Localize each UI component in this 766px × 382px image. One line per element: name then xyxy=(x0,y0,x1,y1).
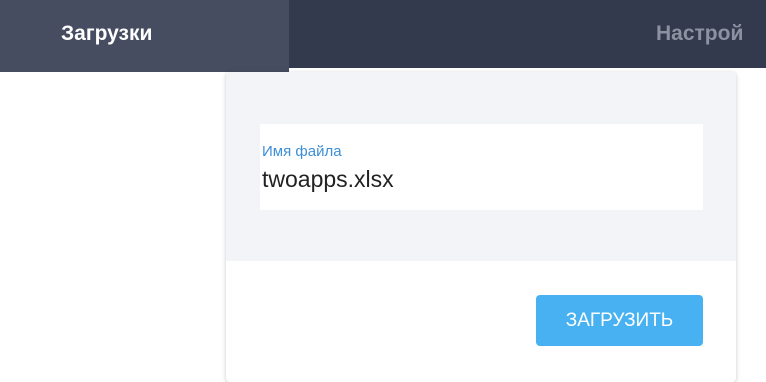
upload-button[interactable]: ЗАГРУЗИТЬ xyxy=(536,295,703,346)
tab-settings-label: Настрой xyxy=(656,22,744,45)
tab-settings[interactable]: Настрой xyxy=(289,0,766,68)
tab-downloads-label: Загрузки xyxy=(61,22,153,45)
upload-card: Имя файла twoapps.xlsx ЗАГРУЗИТЬ xyxy=(226,72,736,382)
top-nav-bar: Загрузки Настрой xyxy=(0,0,766,72)
upload-card-body: Имя файла twoapps.xlsx xyxy=(226,72,736,261)
file-name-field[interactable]: Имя файла twoapps.xlsx xyxy=(260,124,703,210)
file-name-input[interactable]: twoapps.xlsx xyxy=(262,166,692,193)
tab-downloads[interactable]: Загрузки xyxy=(0,0,289,72)
file-name-label: Имя файла xyxy=(262,143,342,160)
